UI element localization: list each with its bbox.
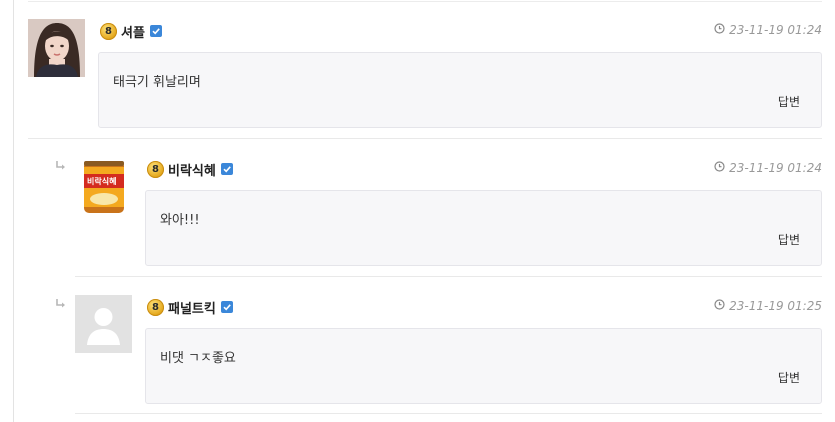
comment-text: 와아!!!: [160, 213, 200, 228]
comment-header: 8 패널트킥: [147, 298, 233, 317]
left-border: [13, 0, 14, 422]
verified-check-icon: [220, 163, 233, 175]
comment-header: 8 비락식혜: [147, 160, 233, 179]
nickname[interactable]: 셔플: [121, 22, 145, 41]
date-text: 23-11-19 01:25: [729, 299, 822, 313]
reply-arrow-icon: [55, 298, 69, 312]
comment-box: 와아!!! 답변: [145, 190, 822, 266]
comment-text: 비댓 ㄱㅈ좋요: [160, 351, 236, 366]
date-text: 23-11-19 01:24: [729, 23, 822, 37]
nickname[interactable]: 패널트킥: [168, 298, 216, 317]
reply-button[interactable]: 답변: [778, 231, 800, 248]
clock-icon: [714, 299, 725, 313]
verified-check-icon: [220, 301, 233, 313]
avatar-label: 비락식혜: [87, 177, 117, 186]
level-badge-icon: 8: [100, 22, 117, 40]
clock-icon: [714, 161, 725, 175]
avatar[interactable]: [28, 19, 85, 77]
comment-text: 태극기 휘날리며: [113, 75, 201, 90]
reply-button[interactable]: 답변: [778, 369, 800, 386]
nickname[interactable]: 비락식혜: [168, 160, 216, 179]
reply-arrow-icon: [55, 160, 69, 174]
comment-divider: [75, 276, 822, 277]
top-divider: [28, 1, 822, 2]
reply-button[interactable]: 답변: [778, 93, 800, 110]
comment-divider: [28, 138, 822, 139]
comment-header: 8 셔플: [100, 22, 162, 41]
clock-icon: [714, 23, 725, 37]
comment-date: 23-11-19 01:24: [714, 23, 822, 37]
comment-date: 23-11-19 01:24: [714, 161, 822, 175]
date-text: 23-11-19 01:24: [729, 161, 822, 175]
level-badge-icon: 8: [147, 160, 164, 178]
avatar[interactable]: [75, 295, 132, 353]
avatar[interactable]: 비락식혜: [75, 157, 132, 215]
verified-check-icon: [149, 25, 162, 37]
comment-date: 23-11-19 01:25: [714, 299, 822, 313]
level-badge-icon: 8: [147, 298, 164, 316]
comment-box: 비댓 ㄱㅈ좋요 답변: [145, 328, 822, 404]
comment-divider: [75, 413, 822, 414]
comment-box: 태극기 휘날리며 답변: [98, 52, 822, 128]
